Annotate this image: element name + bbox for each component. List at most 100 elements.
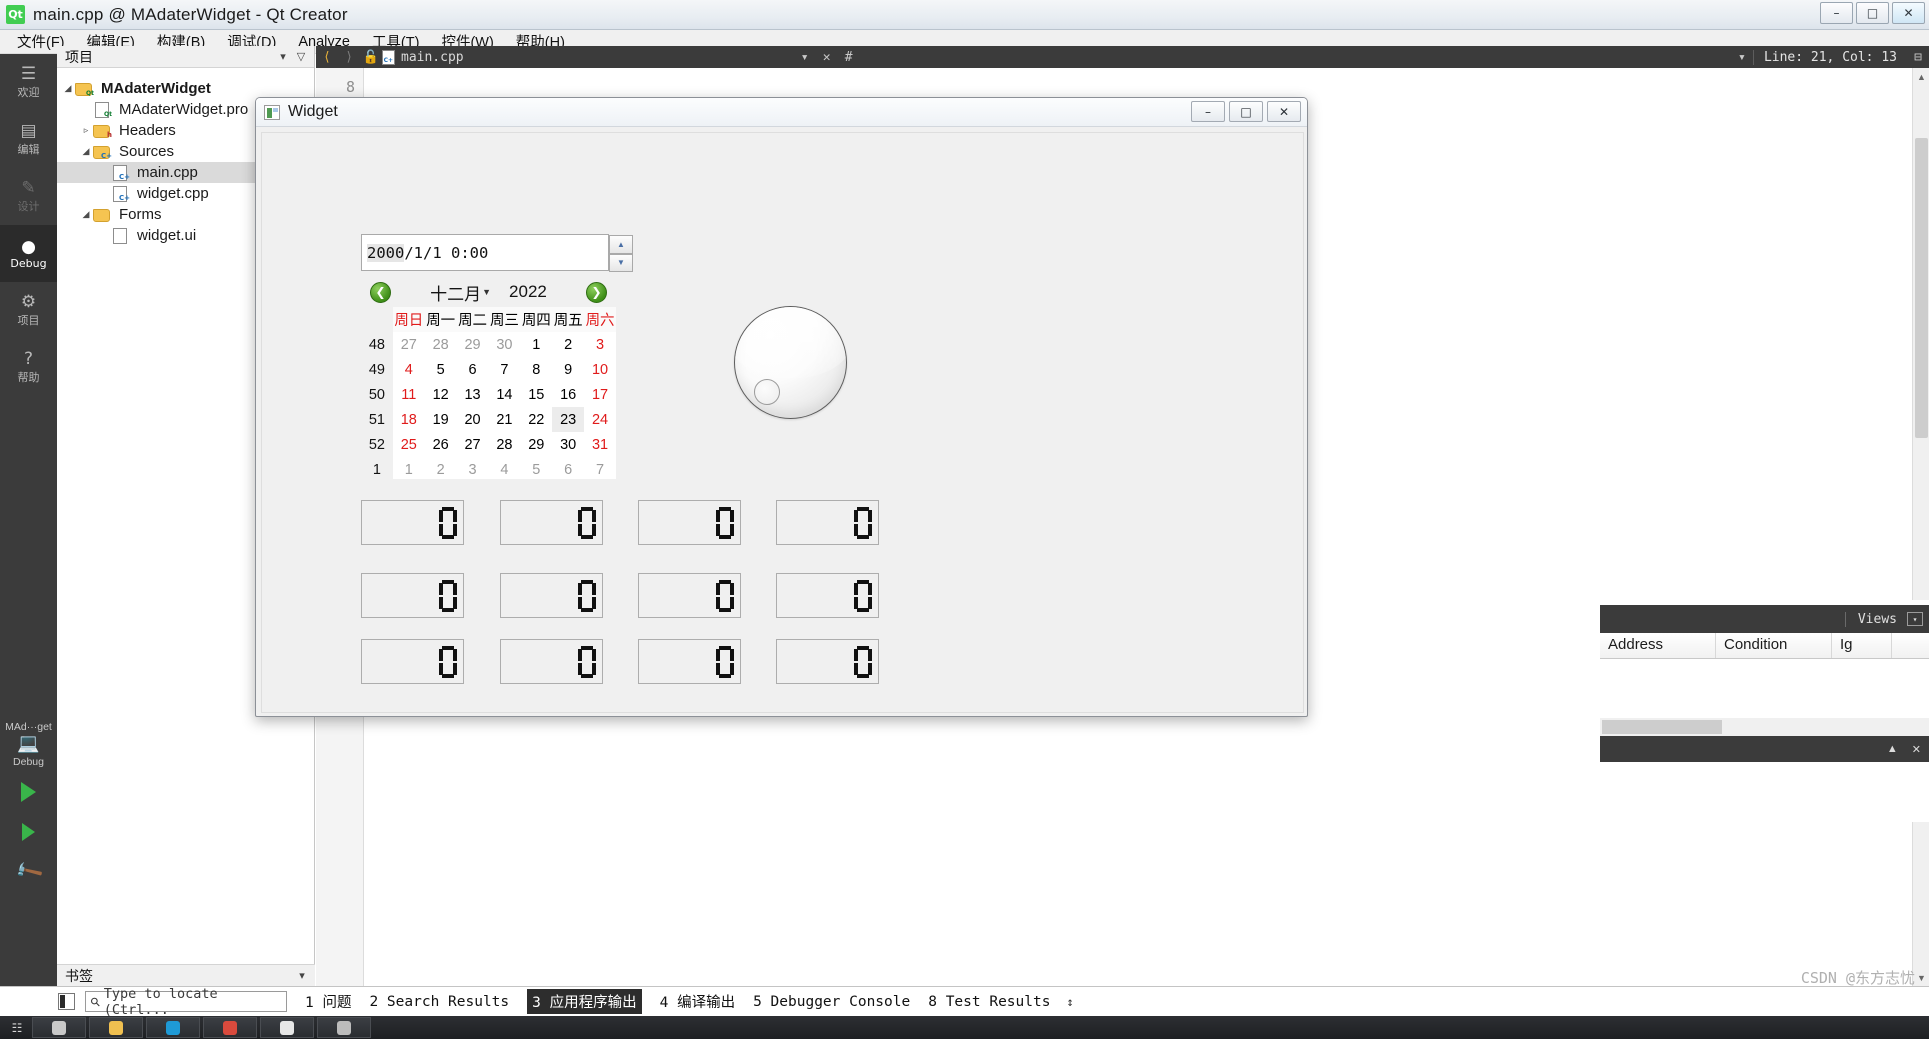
calendar-day-cell[interactable]: 15 — [520, 382, 552, 407]
statusbar-item-5[interactable]: 8 Test Results — [928, 994, 1050, 1010]
mode-欢迎[interactable]: ☰ 欢迎 — [0, 54, 57, 111]
calendar-day-cell[interactable]: 6 — [457, 357, 489, 382]
calendar-day-cell[interactable]: 1 — [520, 332, 552, 357]
arrow-right-circle-icon[interactable]: ❯ — [586, 281, 607, 303]
statusbar-item-0[interactable]: 1 问题 — [305, 991, 351, 1012]
scrollbar-thumb[interactable] — [1915, 138, 1928, 438]
expand-arrow-closed-icon[interactable] — [79, 125, 93, 136]
split-editor-icon[interactable]: ⊟ — [1907, 50, 1929, 65]
calendar-day-cell[interactable]: 5 — [425, 357, 457, 382]
mode-编辑[interactable]: ▤ 编辑 — [0, 111, 57, 168]
statusbar-item-4[interactable]: 5 Debugger Console — [753, 994, 910, 1010]
calendar-day-cell[interactable]: 26 — [425, 432, 457, 457]
datetime-spinbox[interactable]: ▲ ▼ — [609, 235, 633, 272]
calendar-month-label[interactable]: 十二月 — [430, 280, 481, 305]
editor-dropdown-icon[interactable]: ▾ — [794, 50, 816, 65]
calendar-day-cell[interactable]: 23 — [552, 407, 585, 432]
dock-close-icon[interactable]: ✕ — [1912, 743, 1921, 756]
calendar-day-cell[interactable]: 2 — [552, 332, 584, 357]
column-header-address[interactable]: Address — [1600, 633, 1716, 658]
column-header-ig[interactable]: Ig — [1832, 633, 1892, 658]
statusbar-item-3[interactable]: 4 编译输出 — [660, 991, 735, 1012]
expand-arrow-open-icon[interactable] — [61, 83, 75, 94]
statusbar-item-1[interactable]: 2 Search Results — [369, 994, 509, 1010]
locator-input[interactable]: ⚲ Type to locate (Ctrl... — [85, 986, 287, 1018]
spin-down-icon[interactable]: ▼ — [609, 253, 633, 272]
calendar-day-cell[interactable]: 18 — [393, 407, 425, 432]
arrow-left-circle-icon[interactable]: ❮ — [370, 281, 391, 303]
calendar-day-cell[interactable]: 3 — [457, 457, 489, 482]
calendar-day-cell[interactable]: 22 — [520, 407, 552, 432]
datetime-edit[interactable]: 2000/1/1 0:00 ▲ ▼ — [361, 234, 633, 272]
filter-icon[interactable]: ▽ — [292, 50, 310, 63]
calendar-day-cell[interactable]: 30 — [552, 432, 584, 457]
dial-handle-icon[interactable] — [754, 379, 780, 405]
calendar-day-cell[interactable]: 2 — [425, 457, 457, 482]
maximize-button[interactable]: □ — [1856, 2, 1889, 24]
unlocked-icon[interactable]: 🔓 — [360, 50, 382, 65]
calendar-day-cell[interactable]: 6 — [552, 457, 584, 482]
bookmarks-chevron-down-icon[interactable]: ▾ — [293, 969, 311, 982]
calendar-year-label[interactable]: 2022 — [509, 282, 547, 302]
editor-vertical-scrollbar[interactable]: ▲ ▼ — [1912, 68, 1929, 986]
calendar-day-cell[interactable]: 8 — [520, 357, 552, 382]
calendar-day-cell[interactable]: 28 — [489, 432, 521, 457]
toggle-sidebar-icon[interactable] — [58, 993, 75, 1010]
debug-button[interactable] — [0, 812, 57, 852]
taskbar-item-0[interactable] — [32, 1017, 86, 1038]
calendar-day-cell[interactable]: 24 — [584, 407, 616, 432]
build-button[interactable]: 🔨 — [0, 852, 57, 892]
taskbar-item-1[interactable] — [89, 1017, 143, 1038]
expand-arrow-open-icon[interactable] — [79, 209, 93, 220]
chevron-left-icon[interactable]: ⟨ — [316, 50, 338, 65]
chevron-down-icon[interactable]: ▾ — [274, 50, 292, 63]
calendar-day-cell[interactable]: 31 — [584, 432, 616, 457]
column-header-condition[interactable]: Condition — [1716, 633, 1832, 658]
taskbar-item-4[interactable] — [260, 1017, 314, 1038]
calendar-day-cell[interactable]: 10 — [584, 357, 616, 382]
qt-close-button[interactable]: ✕ — [1267, 101, 1301, 122]
calendar-day-cell[interactable]: 20 — [457, 407, 489, 432]
calendar-day-cell[interactable]: 25 — [393, 432, 425, 457]
editor-close-icon[interactable]: ✕ — [816, 50, 838, 65]
dial-face[interactable] — [734, 306, 847, 419]
spin-up-icon[interactable]: ▲ — [609, 235, 633, 254]
mode-帮助[interactable]: ? 帮助 — [0, 339, 57, 396]
calendar-day-cell[interactable]: 1 — [393, 457, 425, 482]
calendar-day-cell[interactable]: 3 — [584, 332, 616, 357]
mode-设计[interactable]: ✎ 设计 — [0, 168, 57, 225]
calendar-day-cell[interactable]: 30 — [489, 332, 521, 357]
qt-minimize-button[interactable]: – — [1191, 101, 1225, 122]
close-button[interactable]: ✕ — [1892, 2, 1925, 24]
calendar-day-cell[interactable]: 17 — [584, 382, 616, 407]
calendar-day-cell[interactable]: 16 — [552, 382, 584, 407]
dock-horizontal-scrollbar[interactable] — [1600, 718, 1929, 736]
chevron-right-icon[interactable]: ⟩ — [338, 50, 360, 65]
mode-Debug[interactable]: ● Debug — [0, 225, 57, 282]
dial-widget[interactable] — [734, 306, 847, 419]
qt-maximize-button[interactable]: □ — [1229, 101, 1263, 122]
dock-collapse-icon[interactable]: ▲ — [1887, 743, 1898, 755]
calendar-day-cell[interactable]: 5 — [520, 457, 552, 482]
tree-item-MAdaterWidget[interactable]: Qt MAdaterWidget — [57, 78, 314, 99]
views-chevron-down-icon[interactable]: ▾ — [1907, 612, 1923, 626]
calendar-day-cell[interactable]: 7 — [584, 457, 616, 482]
calendar-day-cell[interactable]: 29 — [520, 432, 552, 457]
start-icon[interactable]: ☷ — [4, 1018, 30, 1037]
calendar-day-cell[interactable]: 21 — [489, 407, 521, 432]
calendar-day-cell[interactable]: 27 — [457, 432, 489, 457]
run-button[interactable] — [0, 772, 57, 812]
views-label[interactable]: Views — [1844, 611, 1907, 627]
editor-file-tab[interactable]: C+ main.cpp — [382, 49, 464, 65]
calendar-day-cell[interactable]: 28 — [425, 332, 457, 357]
calendar-day-cell[interactable]: 29 — [457, 332, 489, 357]
expand-arrow-open-icon[interactable] — [79, 146, 93, 157]
minimize-button[interactable]: – — [1820, 2, 1853, 24]
calendar-day-cell[interactable]: 12 — [425, 382, 457, 407]
calendar-day-cell[interactable]: 14 — [489, 382, 521, 407]
taskbar-item-5[interactable] — [317, 1017, 371, 1038]
right-chevron-down-icon[interactable]: ▾ — [1731, 50, 1753, 65]
calendar-day-cell[interactable]: 11 — [393, 382, 425, 407]
calendar-day-cell[interactable]: 13 — [457, 382, 489, 407]
scroll-down-icon[interactable]: ▼ — [1913, 969, 1929, 986]
